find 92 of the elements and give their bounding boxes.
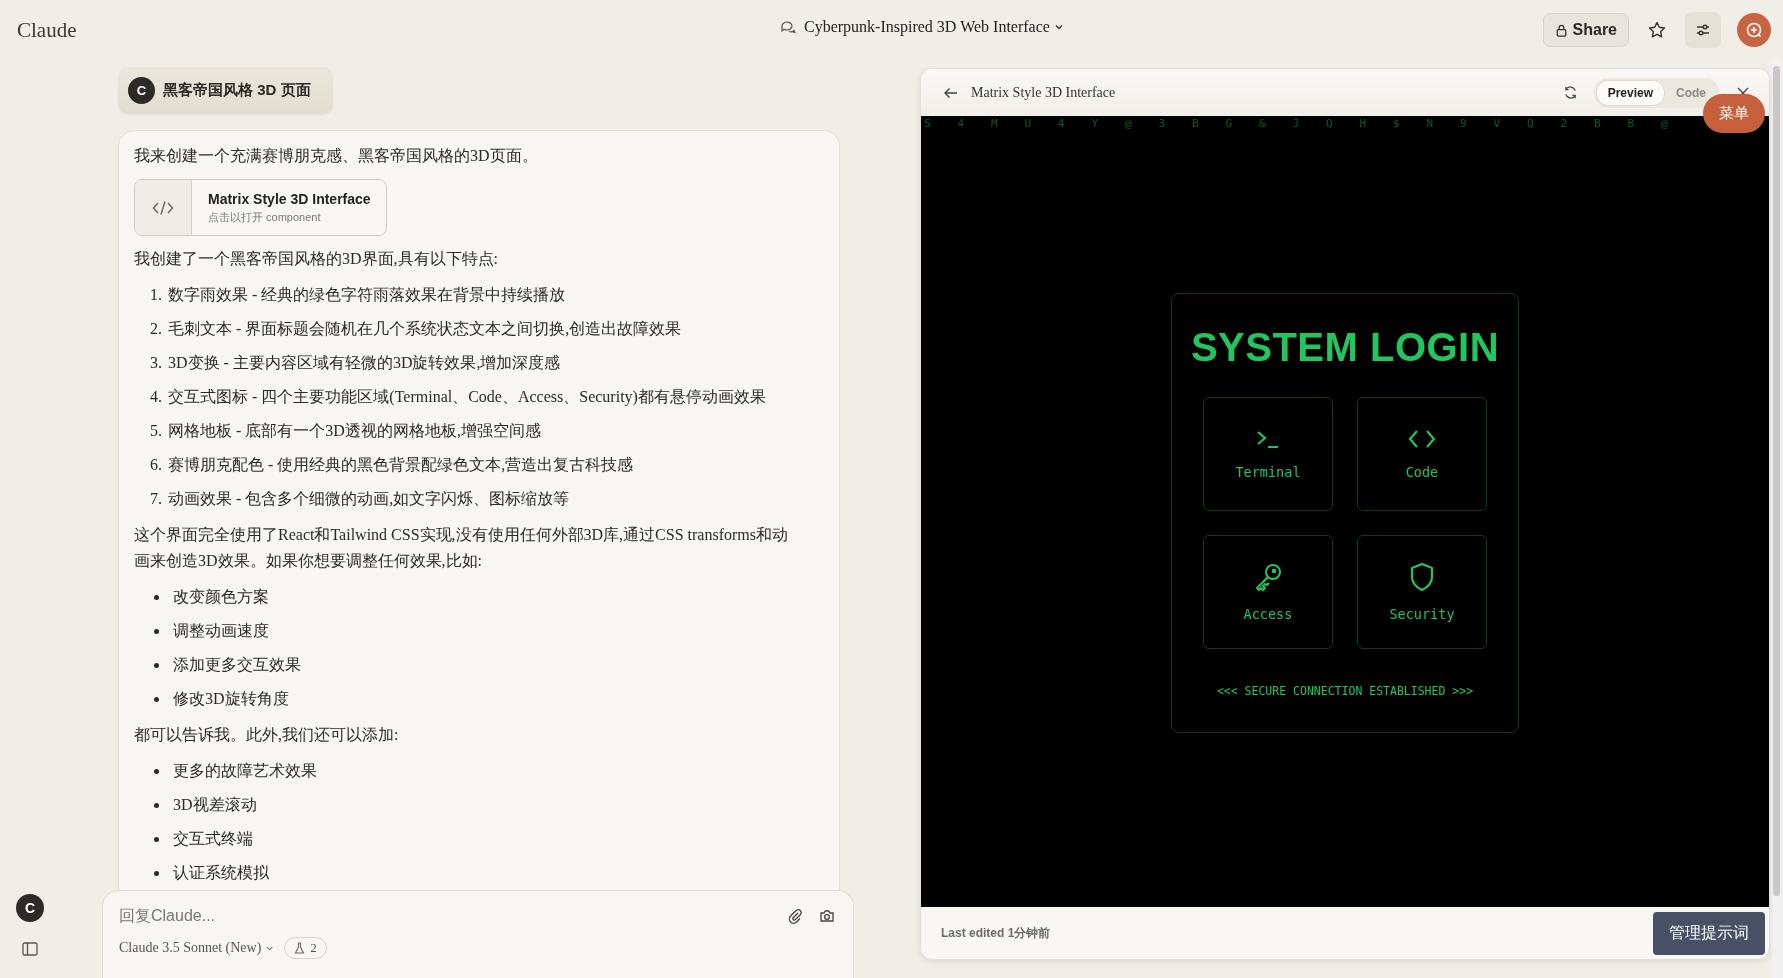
- camera-icon[interactable]: [819, 908, 835, 924]
- list-item-text: 数字雨效果 - 经典的绿色字符雨落效果在背景中持续播放: [168, 285, 566, 305]
- rain-character: H: [1359, 116, 1368, 132]
- rain-character: 4: [1058, 116, 1066, 132]
- view-tab[interactable]: Preview: [1595, 79, 1665, 106]
- user-avatar: C: [128, 77, 155, 104]
- response-text: 我创建了一个黑客帝国风格的3D界面,具有以下特点:: [134, 249, 499, 269]
- shield-icon: [1409, 561, 1435, 592]
- chat-bubbles-icon: [780, 19, 796, 35]
- rain-character: @: [1125, 116, 1133, 132]
- artifact-subtitle: 点击以打开 component: [208, 210, 322, 225]
- response-text: 我来创建一个充满赛博朋克感、黑客帝国风格的3D页面。: [134, 146, 539, 166]
- manage-prompts-button[interactable]: 管理提示词: [1653, 911, 1765, 955]
- list-item-text: 动画效果 - 包含多个细微的动画,如文字闪烁、图标缩放等: [168, 489, 570, 509]
- login-tile[interactable]: Security: [1357, 534, 1487, 649]
- list-number: 2.: [150, 319, 163, 339]
- rain-character: B: [1192, 116, 1200, 132]
- list-number: 3.: [150, 353, 163, 373]
- share-button[interactable]: Share: [1542, 13, 1629, 47]
- last-edited-text: Last edited 1分钟前: [941, 924, 1051, 942]
- list-item-text: 赛博朋克配色 - 使用经典的黑色背景配绿色文本,营造出复古科技感: [168, 455, 634, 475]
- bullet-icon: [154, 870, 159, 876]
- rain-character: V: [1493, 116, 1502, 132]
- rain-character: &: [1259, 116, 1267, 132]
- list-item-text: 添加更多交互效果: [173, 655, 301, 675]
- rain-character: Q: [1326, 116, 1334, 132]
- rain-character: M: [991, 116, 999, 132]
- bullet-icon: [154, 662, 159, 668]
- model-selector[interactable]: Claude 3.5 Sonnet (New): [119, 940, 275, 956]
- rain-character: $: [1393, 116, 1401, 132]
- list-item-text: 3D变换 - 主要内容区域有轻微的3D旋转效果,增加深度感: [168, 353, 561, 373]
- list-item-text: 调整动画速度: [173, 621, 269, 641]
- bullet-icon: [154, 802, 159, 808]
- user-avatar[interactable]: C: [16, 894, 44, 922]
- list-item-text: 网格地板 - 底部有一个3D透视的网格地板,增强空间感: [168, 421, 541, 441]
- login-tile[interactable]: Code: [1357, 396, 1487, 511]
- bullet-icon: [154, 628, 159, 634]
- rain-character: 4: [957, 116, 966, 132]
- paperclip-icon[interactable]: [787, 908, 803, 924]
- refresh-icon[interactable]: [1562, 85, 1578, 100]
- new-chat-icon[interactable]: [1737, 13, 1771, 47]
- bullet-icon: [154, 768, 159, 774]
- rain-character: G: [1225, 116, 1234, 132]
- rain-character: @: [1661, 116, 1669, 132]
- list-item-text: 改变颜色方案: [173, 587, 269, 607]
- list-number: 1.: [150, 285, 163, 305]
- code-icon: [152, 199, 174, 216]
- scrollbar[interactable]: [1772, 60, 1781, 978]
- list-number: 6.: [150, 455, 163, 475]
- sidebar-toggle-icon[interactable]: [22, 942, 38, 956]
- settings-icon[interactable]: [1685, 12, 1721, 48]
- rain-character: Y: [1091, 116, 1100, 132]
- login-title: SYSTEM LOGIN: [1190, 324, 1500, 370]
- list-item-text: 修改3D旋转角度: [173, 689, 289, 709]
- rain-character: J: [1292, 116, 1301, 132]
- list-item-text: 认证系统模拟: [173, 863, 269, 883]
- rain-character: B: [1627, 116, 1636, 132]
- rain-character: N: [1426, 116, 1435, 132]
- bullet-icon: [154, 594, 159, 600]
- bullet-icon: [154, 836, 159, 842]
- rain-character: B: [1594, 116, 1602, 132]
- login-tile[interactable]: Access: [1203, 534, 1333, 649]
- list-number: 5.: [150, 421, 163, 441]
- key-icon: [1253, 561, 1283, 592]
- bullet-icon: [154, 696, 159, 702]
- response-text: 这个界面完全使用了React和Tailwind CSS实现,没有使用任何外部3D库,通过CSS transforms和动画来创造3D效果。如果你想要调整任何效果,比如:: [134, 525, 789, 571]
- message-text: 黑客帝国风格 3D 页面: [163, 81, 311, 100]
- caret-icon: [1053, 22, 1064, 32]
- list-item-text: 毛刺文本 - 界面标题会随机在几个系统状态文本之间切换,创造出故障效果: [168, 319, 682, 339]
- preview-title: Matrix Style 3D Interface: [971, 84, 1116, 101]
- list-number: 7.: [150, 489, 163, 509]
- rain-character: U: [1024, 116, 1033, 132]
- reply-field[interactable]: 回复Claude...: [119, 905, 771, 927]
- rain-character: Q: [1527, 116, 1535, 132]
- login-tile[interactable]: Terminal: [1203, 396, 1333, 511]
- response-text: 都可以告诉我。此外,我们还可以添加:: [134, 725, 400, 745]
- lock-icon: [1554, 23, 1568, 37]
- rain-character: 2: [1560, 116, 1569, 132]
- list-item-text: 交互式图标 - 四个主要功能区域(Terminal、Code、Access、Security)都有悬停动画效果: [168, 387, 766, 408]
- app-name[interactable]: Claude: [17, 17, 77, 43]
- list-item-text: 更多的故障艺术效果: [173, 761, 317, 781]
- chat-title[interactable]: Cyberpunk-Inspired 3D Web Interface: [804, 18, 1064, 36]
- artifact-title: Matrix Style 3D Interface: [208, 191, 371, 207]
- rain-character: S: [924, 116, 932, 132]
- list-item-text: 3D视差滚动: [173, 795, 257, 815]
- flask-icon: [294, 942, 306, 954]
- connection-status: <<< SECURE CONNECTION ESTABLISHED >>>: [1216, 683, 1474, 698]
- artifact-card[interactable]: Matrix Style 3D Interface 点击以打开 component: [134, 179, 387, 236]
- rain-character: 9: [1460, 116, 1468, 132]
- list-item-text: 交互式终端: [173, 829, 253, 849]
- list-number: 4.: [150, 387, 163, 407]
- rain-character: 3: [1158, 116, 1167, 132]
